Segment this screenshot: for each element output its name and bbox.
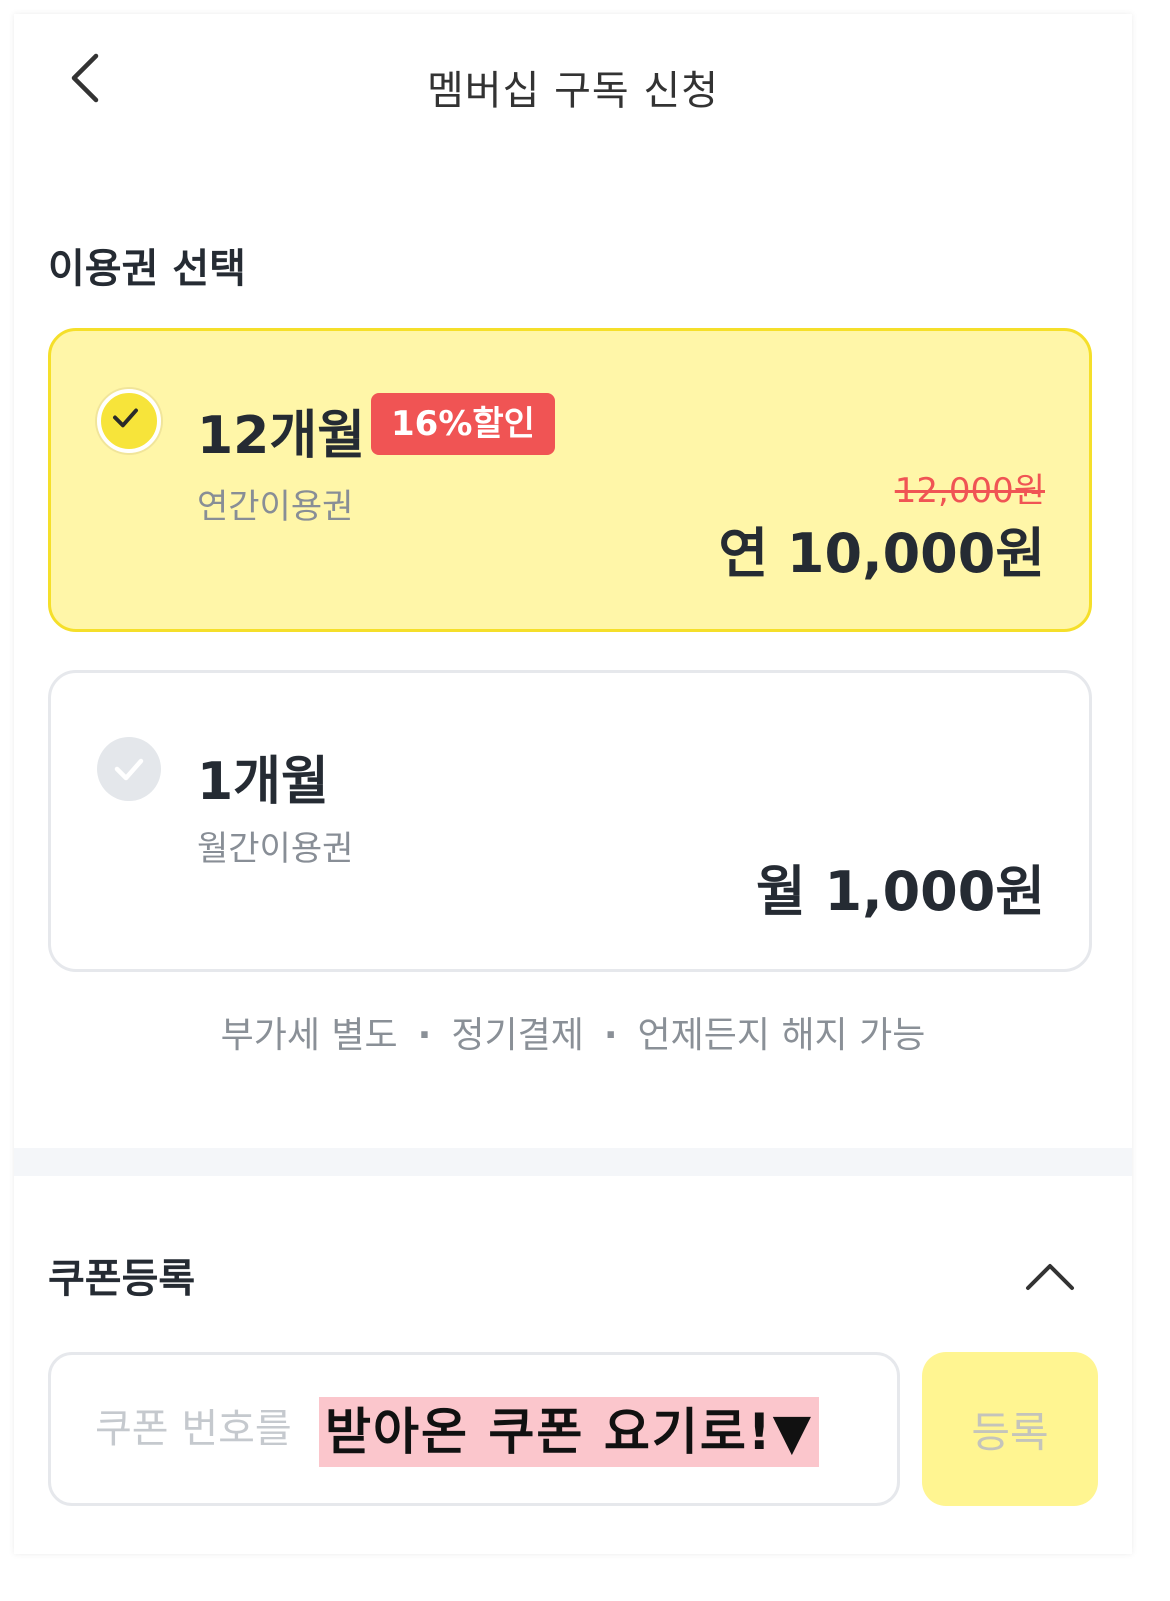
plan-subtitle: 연간이용권 <box>197 487 354 527</box>
plan-card-12-months[interactable]: 12개월 16%할인 연간이용권 12,000원 연 10,000원 <box>48 328 1092 632</box>
note-vat: 부가세 별도 <box>220 1015 398 1056</box>
note-separator: · <box>417 1015 432 1056</box>
plan-section-title: 이용권 선택 <box>48 246 246 292</box>
discount-badge: 16%할인 <box>371 393 555 455</box>
original-price: 12,000원 <box>894 471 1045 511</box>
collapse-button[interactable] <box>1022 1250 1078 1306</box>
plan-price: 연 10,000원 <box>718 522 1045 585</box>
plan-card-1-month[interactable]: 1개월 월간이용권 월 1,000원 <box>48 670 1092 972</box>
note-recurring: 정기결제 <box>451 1015 584 1056</box>
coupon-annotation: 받아온 쿠폰 요기로!▼ <box>319 1397 820 1467</box>
page-title: 멤버십 구독 신청 <box>426 68 720 114</box>
coupon-section-title: 쿠폰등록 <box>48 1256 196 1302</box>
chevron-up-icon <box>1026 1264 1074 1290</box>
coupon-input-box: 받아온 쿠폰 요기로!▼ <box>48 1352 900 1506</box>
register-button[interactable]: 등록 <box>922 1352 1098 1506</box>
plan-subtitle: 월간이용권 <box>197 829 354 869</box>
note-cancel: 언제든지 해지 가능 <box>637 1015 926 1056</box>
plan-notes: 부가세 별도 · 정기결제 · 언제든지 해지 가능 <box>14 1006 1132 1058</box>
coupon-input[interactable] <box>95 1385 339 1473</box>
header: 멤버십 구독 신청 <box>14 14 1132 144</box>
app-frame: 멤버십 구독 신청 이용권 선택 12개월 16%할인 연간이용권 12,000… <box>14 14 1132 1554</box>
check-icon-selected <box>97 389 161 453</box>
section-divider <box>14 1148 1132 1176</box>
plan-price: 월 1,000원 <box>756 860 1045 923</box>
note-separator: · <box>603 1015 618 1056</box>
plan-name: 1개월 <box>197 752 329 812</box>
check-icon-unselected <box>97 737 161 801</box>
plan-name: 12개월 <box>197 406 366 466</box>
